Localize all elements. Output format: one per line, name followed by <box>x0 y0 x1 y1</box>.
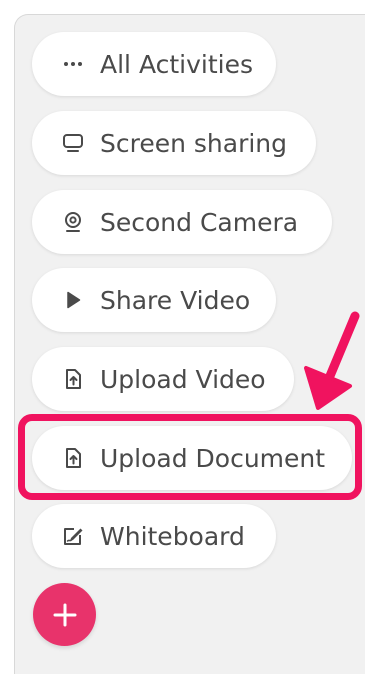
whiteboard-label: Whiteboard <box>100 521 245 551</box>
upload-document-button[interactable]: Upload Document <box>32 426 352 490</box>
screen-sharing-label: Screen sharing <box>100 128 288 158</box>
second-camera-button[interactable]: Second Camera <box>32 190 332 254</box>
upload-video-button[interactable]: Upload Video <box>32 347 294 411</box>
screen-sharing-button[interactable]: Screen sharing <box>32 111 316 175</box>
play-icon <box>60 287 86 313</box>
webcam-icon <box>60 209 86 235</box>
plus-icon <box>53 603 76 626</box>
upload-file-icon <box>60 445 86 471</box>
all-activities-button[interactable]: All Activities <box>32 32 276 96</box>
share-video-label: Share Video <box>100 285 251 315</box>
upload-video-label: Upload Video <box>100 364 266 394</box>
arrow-pointer-icon <box>304 311 360 410</box>
second-camera-label: Second Camera <box>100 207 299 237</box>
more-dots-icon <box>60 51 86 77</box>
upload-document-label: Upload Document <box>100 443 326 473</box>
monitor-icon <box>60 130 86 156</box>
add-activity-button[interactable] <box>33 583 96 646</box>
whiteboard-button[interactable]: Whiteboard <box>32 504 276 568</box>
all-activities-label: All Activities <box>100 49 253 79</box>
upload-file-icon <box>60 366 86 392</box>
share-video-button[interactable]: Share Video <box>32 268 276 332</box>
whiteboard-icon <box>60 523 86 549</box>
